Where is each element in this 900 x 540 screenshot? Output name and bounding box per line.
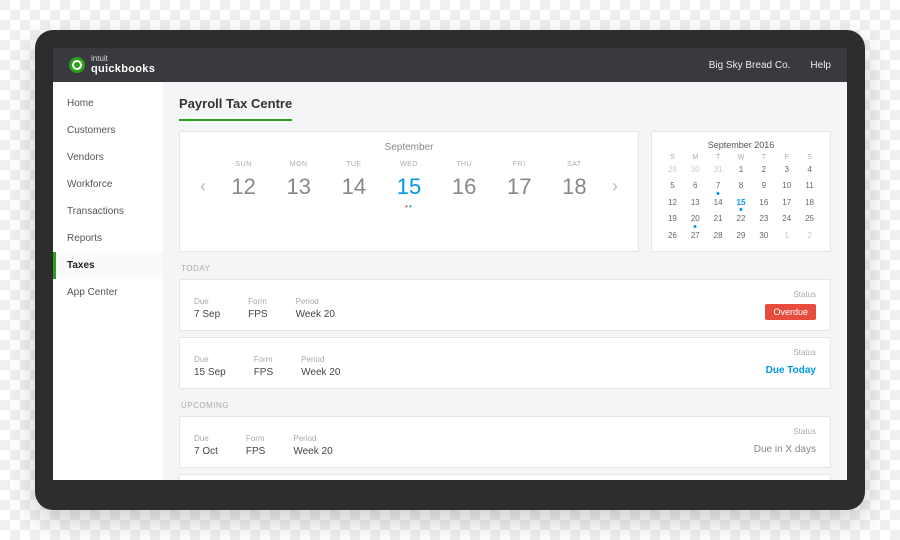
brand-name: quickbooks xyxy=(91,63,155,75)
calendar-day[interactable]: 15 xyxy=(731,196,752,210)
calendar-day[interactable]: 1 xyxy=(731,163,752,177)
calendar-day[interactable]: 10 xyxy=(776,179,797,193)
calendar-day[interactable]: 9 xyxy=(753,179,774,193)
calendar-day[interactable]: 5 xyxy=(662,179,683,193)
calendar-day[interactable]: 17 xyxy=(776,196,797,210)
calendar-day[interactable]: 3 xyxy=(776,163,797,177)
week-days: SUN12MON13TUE14WED15••THU16FRI17SAT18 xyxy=(216,161,602,211)
calendar-day[interactable]: 23 xyxy=(753,212,774,226)
calendar-day[interactable]: 4 xyxy=(799,163,820,177)
calendar-day[interactable]: 7 xyxy=(708,179,729,193)
brand-logo[interactable]: intuit quickbooks xyxy=(69,55,155,75)
task-row[interactable]: Due7 OctFormFPSPeriodWeek 20StatusDue in… xyxy=(179,416,831,468)
company-name[interactable]: Big Sky Bread Co. xyxy=(709,60,791,71)
calendar-day[interactable]: 14 xyxy=(708,196,729,210)
calendar-day[interactable]: 27 xyxy=(685,229,706,243)
week-day[interactable]: SAT18 xyxy=(547,161,602,211)
screen: intuit quickbooks Big Sky Bread Co. Help… xyxy=(53,48,847,480)
calendar-day[interactable]: 1 xyxy=(776,229,797,243)
calendar-day[interactable]: 2 xyxy=(799,229,820,243)
calendar-day[interactable]: 18 xyxy=(799,196,820,210)
calendar-day[interactable]: 8 xyxy=(731,179,752,193)
week-day[interactable]: MON13 xyxy=(271,161,326,211)
week-day[interactable]: WED15•• xyxy=(381,161,436,211)
task-status: Due Today xyxy=(766,365,816,376)
laptop-frame: intuit quickbooks Big Sky Bread Co. Help… xyxy=(35,30,865,510)
calendar-day[interactable]: 19 xyxy=(662,212,683,226)
calendar-day[interactable]: 13 xyxy=(685,196,706,210)
quickbooks-icon xyxy=(69,57,85,73)
calendar-day[interactable]: 16 xyxy=(753,196,774,210)
calendar-day[interactable]: 31 xyxy=(708,163,729,177)
sidebar-item-app-center[interactable]: App Center xyxy=(53,279,163,306)
mini-calendar-title: September 2016 xyxy=(662,140,820,150)
sidebar-item-workforce[interactable]: Workforce xyxy=(53,171,163,198)
calendar-day[interactable]: 29 xyxy=(731,229,752,243)
sidebar-item-customers[interactable]: Customers xyxy=(53,117,163,144)
week-day[interactable]: FRI17 xyxy=(492,161,547,211)
sidebar: HomeCustomersVendorsWorkforceTransaction… xyxy=(53,82,163,480)
week-month-label: September xyxy=(196,142,622,153)
calendar-day[interactable]: 29 xyxy=(662,163,683,177)
calendar-day[interactable]: 21 xyxy=(708,212,729,226)
calendar-day[interactable]: 12 xyxy=(662,196,683,210)
calendar-day[interactable]: 24 xyxy=(776,212,797,226)
calendar-day[interactable]: 6 xyxy=(685,179,706,193)
calendar-day[interactable]: 22 xyxy=(731,212,752,226)
week-next-button[interactable]: › xyxy=(608,176,622,197)
sidebar-item-vendors[interactable]: Vendors xyxy=(53,144,163,171)
sidebar-item-taxes[interactable]: Taxes xyxy=(53,252,163,279)
calendar-day[interactable]: 25 xyxy=(799,212,820,226)
main-content: Payroll Tax Centre September ‹ SUN12MON1… xyxy=(163,82,847,480)
sidebar-item-reports[interactable]: Reports xyxy=(53,225,163,252)
task-status: Due in X days xyxy=(754,444,816,455)
week-view-card: September ‹ SUN12MON13TUE14WED15••THU16F… xyxy=(179,131,639,252)
week-day[interactable]: TUE14 xyxy=(326,161,381,211)
page-title: Payroll Tax Centre xyxy=(179,92,292,121)
topbar: intuit quickbooks Big Sky Bread Co. Help xyxy=(53,48,847,82)
task-status: Overdue xyxy=(765,304,816,320)
sidebar-item-transactions[interactable]: Transactions xyxy=(53,198,163,225)
task-row[interactable]: Due15 OctFormFPSPeriodWeek 20StatusDue i… xyxy=(179,474,831,480)
brand-pre: intuit xyxy=(91,55,155,63)
section-today-label: TODAY xyxy=(181,264,829,273)
calendar-day[interactable]: 28 xyxy=(708,229,729,243)
week-prev-button[interactable]: ‹ xyxy=(196,176,210,197)
calendar-day[interactable]: 20 xyxy=(685,212,706,226)
calendar-day[interactable]: 2 xyxy=(753,163,774,177)
calendar-day[interactable]: 11 xyxy=(799,179,820,193)
week-day[interactable]: SUN12 xyxy=(216,161,271,211)
mini-calendar: September 2016 SMTWTFS293031123456789101… xyxy=(651,131,831,252)
help-link[interactable]: Help xyxy=(810,60,831,71)
calendar-day[interactable]: 26 xyxy=(662,229,683,243)
sidebar-item-home[interactable]: Home xyxy=(53,90,163,117)
task-row[interactable]: Due7 SepFormFPSPeriodWeek 20StatusOverdu… xyxy=(179,279,831,331)
task-row[interactable]: Due15 SepFormFPSPeriodWeek 20StatusDue T… xyxy=(179,337,831,389)
calendar-day[interactable]: 30 xyxy=(685,163,706,177)
mini-calendar-grid: SMTWTFS293031123456789101112131415161718… xyxy=(662,154,820,243)
section-upcoming-label: UPCOMING xyxy=(181,401,829,410)
calendar-day[interactable]: 30 xyxy=(753,229,774,243)
week-day[interactable]: THU16 xyxy=(437,161,492,211)
